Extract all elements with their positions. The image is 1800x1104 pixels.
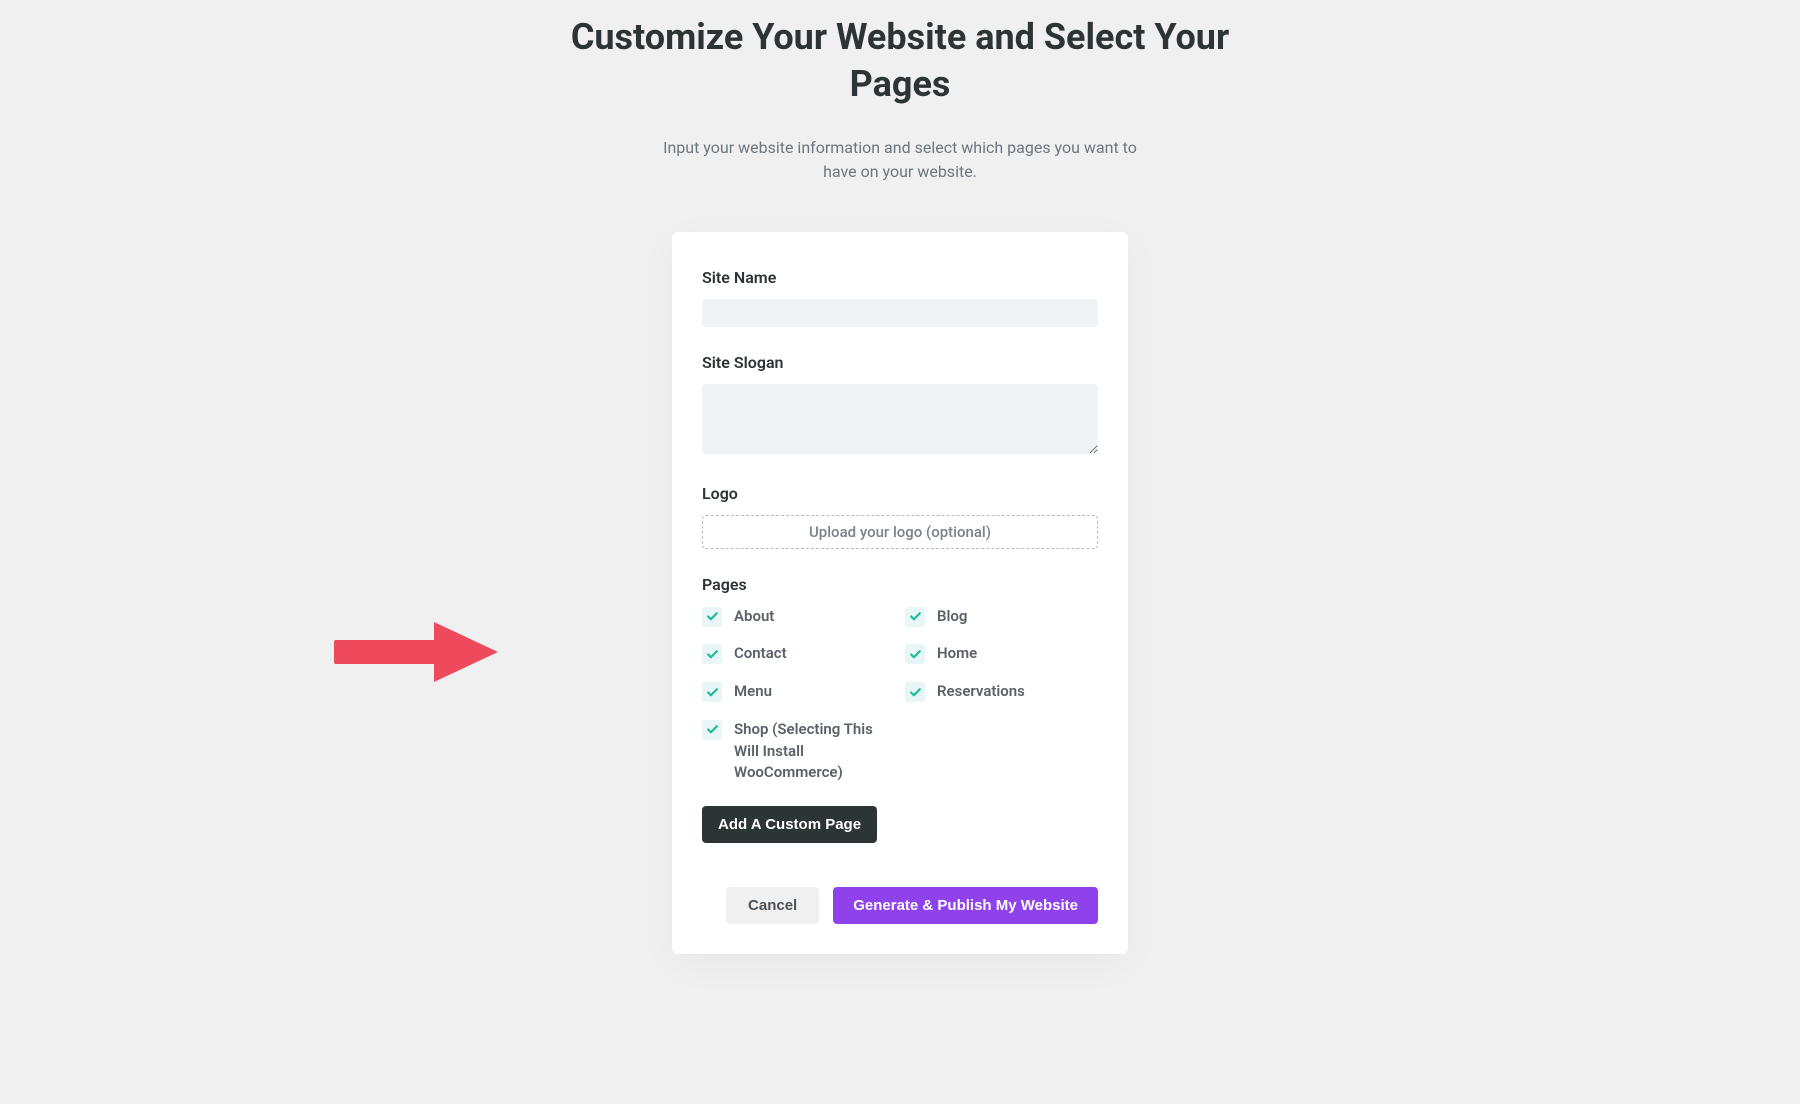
logo-label: Logo — [702, 484, 1098, 503]
checkbox-icon — [702, 644, 722, 664]
page-item-reservations[interactable]: Reservations — [905, 681, 1098, 703]
site-slogan-label: Site Slogan — [702, 353, 1098, 372]
add-custom-page-button[interactable]: Add A Custom Page — [702, 806, 877, 843]
logo-upload-text: Upload your logo (optional) — [809, 523, 991, 541]
page-label: Contact — [734, 643, 787, 665]
cancel-button[interactable]: Cancel — [726, 887, 819, 924]
pages-grid: About Blog Contact Home — [702, 606, 1098, 785]
checkbox-icon — [905, 607, 925, 627]
checkbox-icon — [702, 607, 722, 627]
page-item-contact[interactable]: Contact — [702, 643, 895, 665]
site-slogan-input[interactable] — [702, 384, 1098, 454]
customize-card: Site Name Site Slogan Logo Upload your l… — [672, 232, 1128, 955]
arrow-annotation-icon — [334, 622, 498, 686]
page-item-home[interactable]: Home — [905, 643, 1098, 665]
checkbox-icon — [702, 682, 722, 702]
site-name-label: Site Name — [702, 268, 1098, 287]
page-label: Menu — [734, 681, 772, 703]
site-name-input[interactable] — [702, 299, 1098, 327]
site-slogan-group: Site Slogan — [702, 353, 1098, 458]
pages-group: Pages About Blog Contact — [702, 575, 1098, 844]
page-subtitle: Input your website information and selec… — [660, 136, 1140, 184]
page-item-about[interactable]: About — [702, 606, 895, 628]
pages-label: Pages — [702, 575, 1098, 594]
checkbox-icon — [905, 682, 925, 702]
page-label: Shop (Selecting This Will Install WooCom… — [734, 719, 895, 784]
site-name-group: Site Name — [702, 268, 1098, 327]
generate-publish-button[interactable]: Generate & Publish My Website — [833, 887, 1098, 924]
page-label: About — [734, 606, 774, 628]
page-item-shop[interactable]: Shop (Selecting This Will Install WooCom… — [702, 719, 895, 784]
page-item-menu[interactable]: Menu — [702, 681, 895, 703]
logo-group: Logo Upload your logo (optional) — [702, 484, 1098, 549]
page-item-blog[interactable]: Blog — [905, 606, 1098, 628]
logo-upload[interactable]: Upload your logo (optional) — [702, 515, 1098, 549]
footer-actions: Cancel Generate & Publish My Website — [702, 887, 1098, 924]
page-label: Blog — [937, 606, 967, 628]
checkbox-icon — [905, 644, 925, 664]
checkbox-icon — [702, 720, 722, 740]
page-label: Reservations — [937, 681, 1025, 703]
page-title: Customize Your Website and Select Your P… — [550, 0, 1250, 108]
page-label: Home — [937, 643, 977, 665]
